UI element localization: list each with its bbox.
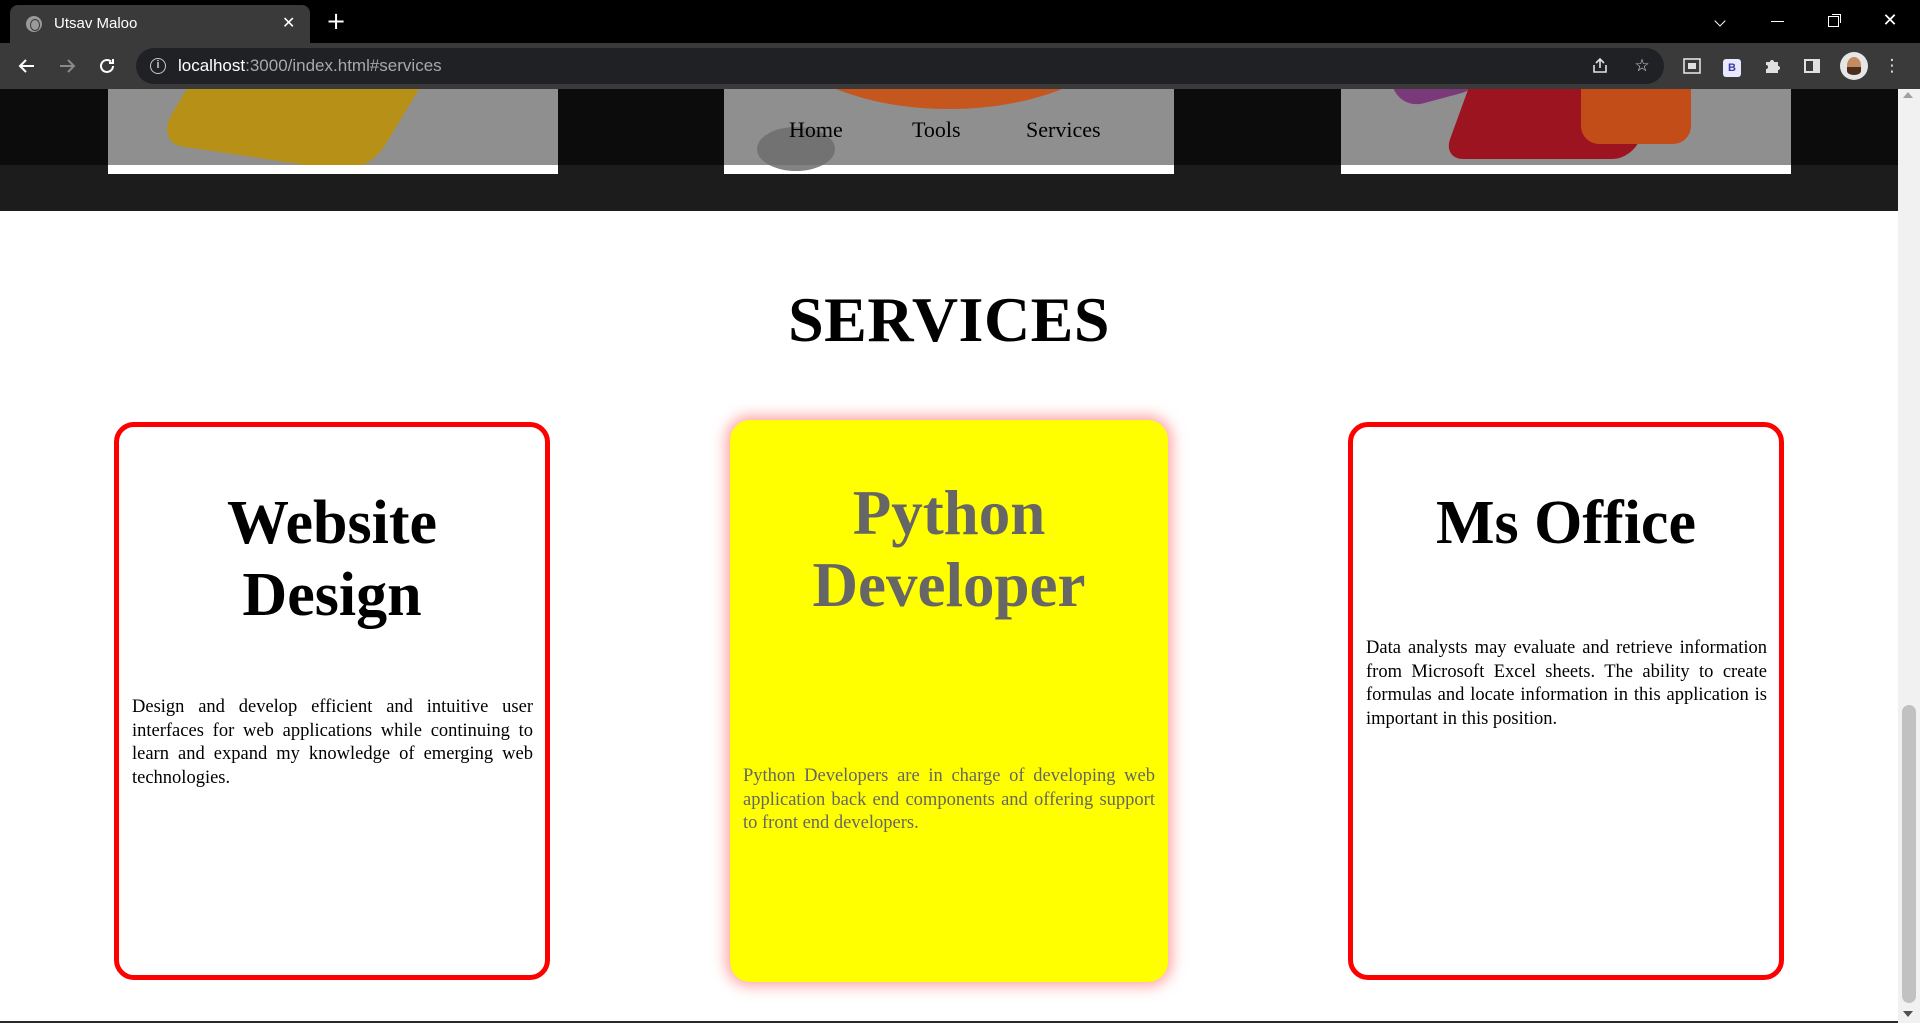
tool-image-1 — [108, 89, 558, 165]
browser-toolbar: i localhost:3000/index.html#services ☆ B… — [0, 43, 1920, 89]
minimize-button[interactable] — [1757, 6, 1797, 36]
tab-strip: Utsav Maloo ✕ + ✕ — [0, 0, 1920, 43]
back-button[interactable] — [12, 51, 42, 81]
url-text[interactable]: localhost:3000/index.html#services — [178, 56, 442, 76]
main-nav: Home Tools Services — [789, 117, 1119, 147]
vertical-scrollbar[interactable] — [1898, 89, 1920, 1023]
services-heading: SERVICES — [788, 284, 1110, 355]
tool-logo-shape — [1581, 89, 1691, 144]
avatar-beard — [1847, 67, 1861, 75]
extension-b-label: B — [1723, 59, 1741, 77]
nav-link-home[interactable]: Home — [789, 117, 843, 143]
card-title-line: Website — [226, 489, 438, 557]
side-panel-glyph — [1804, 59, 1820, 73]
close-window-button[interactable]: ✕ — [1870, 6, 1910, 36]
scroll-up-arrow-icon[interactable] — [1903, 92, 1913, 98]
side-panel-icon[interactable] — [1800, 54, 1824, 78]
url-host: localhost — [178, 56, 246, 75]
card-title-line: Python — [852, 478, 1046, 548]
url-path: :3000/index.html#services — [245, 56, 442, 75]
restore-icon — [1827, 15, 1839, 27]
tab-search-dropdown-button[interactable] — [1700, 6, 1740, 36]
arrow-left-icon — [18, 59, 34, 73]
service-card-website-design[interactable]: Website Design Design and develop effici… — [114, 422, 550, 980]
tool-image-3 — [1341, 89, 1791, 165]
card-description: Design and develop efficient and intuiti… — [132, 697, 533, 788]
arrow-right-icon — [60, 59, 76, 73]
globe-icon — [26, 16, 42, 32]
restore-button[interactable] — [1813, 6, 1853, 36]
nav-link-services[interactable]: Services — [1026, 117, 1101, 143]
new-tab-button[interactable]: + — [326, 8, 346, 34]
service-card-ms-office[interactable]: Ms Office Data analysts may evaluate and… — [1348, 422, 1784, 980]
more-vert-icon[interactable]: ⋮ — [1880, 54, 1904, 78]
card-title-line: Design — [242, 561, 422, 629]
chevron-down-icon — [1714, 15, 1726, 27]
browser-tab[interactable]: Utsav Maloo ✕ — [10, 5, 310, 43]
share-icon[interactable] — [1588, 54, 1612, 78]
card-description: Data analysts may evaluate and retrieve … — [1366, 638, 1767, 729]
site-info-icon[interactable]: i — [150, 58, 166, 74]
tool-logo-shape — [774, 89, 1124, 109]
extension-b-icon[interactable]: B — [1720, 54, 1744, 78]
card-title-line: Developer — [812, 550, 1086, 620]
tool-card-1 — [108, 89, 558, 174]
reload-icon — [100, 58, 114, 73]
service-card-python-developer[interactable]: Python Developer Python Developers are i… — [730, 420, 1168, 982]
card-title: Python Developer — [730, 477, 1168, 621]
forward-button[interactable] — [52, 51, 82, 81]
puzzle-icon[interactable] — [1760, 54, 1784, 78]
card-title-line: Ms Office — [1436, 489, 1696, 557]
reload-button[interactable] — [92, 51, 122, 81]
scroll-down-arrow-icon[interactable] — [1903, 1011, 1913, 1017]
tab-title: Utsav Maloo — [54, 15, 138, 32]
minimize-icon — [1770, 20, 1784, 22]
card-title: Website Design — [119, 487, 545, 631]
page-viewport: Home Tools Services SERVICES Website Des… — [0, 89, 1898, 1023]
tool-card-3 — [1341, 89, 1791, 174]
tool-logo-shape — [154, 89, 452, 165]
address-bar[interactable]: i localhost:3000/index.html#services ☆ — [136, 48, 1664, 84]
scrollbar-thumb[interactable] — [1902, 705, 1916, 1003]
close-tab-icon[interactable]: ✕ — [282, 11, 295, 35]
media-icon[interactable] — [1680, 54, 1704, 78]
card-description: Python Developers are in charge of devel… — [743, 766, 1155, 833]
profile-avatar[interactable] — [1840, 52, 1868, 80]
card-title: Ms Office — [1353, 487, 1779, 559]
nav-link-tools[interactable]: Tools — [912, 117, 961, 143]
tools-section: Home Tools Services — [0, 89, 1898, 211]
star-icon[interactable]: ☆ — [1630, 54, 1654, 78]
